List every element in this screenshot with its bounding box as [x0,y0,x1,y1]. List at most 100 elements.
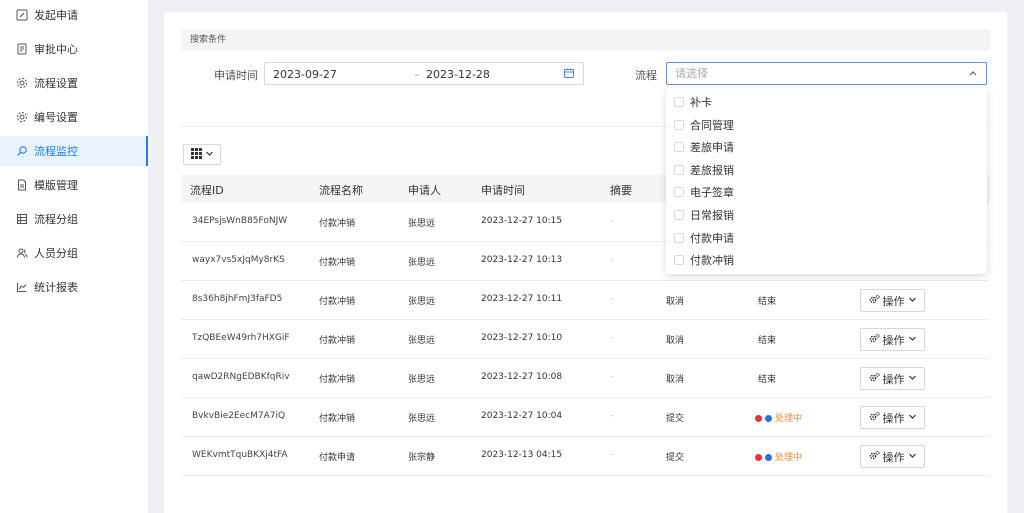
checkbox[interactable] [674,119,684,130]
sidebar-item-flow-monitor[interactable]: 流程监控 [0,136,148,166]
chevron-down-icon [908,372,917,385]
checkbox[interactable] [674,187,684,198]
cell-flow-id: qawD2RNgEDBKfqRiv [192,372,290,382]
option-label: 差旅报销 [690,163,734,177]
dropdown-option[interactable]: 付款冲销 [674,250,734,270]
sidebar-item-label: 发起申请 [34,9,78,22]
cell-flow-name: 付款冲销 [319,375,356,385]
checkbox[interactable] [674,232,684,243]
sidebar-item-label: 流程监控 [34,145,78,158]
operation-button[interactable]: 操作 [860,406,925,429]
dropdown-option[interactable]: 差旅申请 [674,137,734,157]
cell-flow-name: 付款冲销 [319,219,356,229]
grid-icon [16,213,28,225]
cell-apply-time: 2023-12-27 10:15 [481,216,563,226]
cell-apply-time: 2023-12-27 10:10 [481,333,563,343]
checkbox[interactable] [674,210,684,220]
cell-apply-time: 2023-12-27 10:11 [481,294,563,304]
column-settings-button[interactable] [183,144,221,165]
checkbox[interactable] [674,142,684,153]
cell-summary: - [610,333,614,343]
cell-action: 取消 [666,297,685,307]
operation-button[interactable]: 操作 [860,367,925,390]
cell-flow-id: 34EPsjsWnB85FoNJW [192,216,288,226]
sidebar-item-report[interactable]: 统计报表 [0,272,148,302]
dropdown-option[interactable]: 日常报销 [674,205,734,225]
cell-apply-time: 2023-12-13 04:15 [481,450,563,460]
cell-flow-name: 付款冲销 [319,297,356,307]
sidebar-item-label: 审批中心 [34,43,78,56]
gear-icon [16,77,28,89]
cell-summary: - [610,372,614,382]
cell-applicant: 张思远 [408,414,436,424]
date-start[interactable]: 2023-09-27 [273,68,337,81]
flow-select[interactable]: 请选择 [666,62,987,85]
cell-summary: - [610,294,614,304]
operation-button[interactable]: 操作 [860,289,925,312]
sidebar-item-label: 人员分组 [34,247,78,260]
option-label: 电子签章 [690,186,734,200]
document-icon [16,179,28,191]
chart-icon [16,281,28,293]
option-label: 付款冲销 [690,254,734,268]
table-row[interactable]: qawD2RNgEDBKfqRiv 付款冲销 张思远 2023-12-27 10:08… [181,359,990,398]
cell-apply-time: 2023-12-27 10:04 [481,411,563,421]
status-dot-red [755,454,762,461]
status-dot-blue [765,454,772,461]
cell-status: 结束 [758,336,777,346]
calendar-icon[interactable] [563,67,575,82]
cell-flow-id: TzQBEeW49rh7HXGiF [192,333,290,343]
chevron-down-icon [908,450,917,463]
flow-label: 流程 [635,69,657,82]
cell-applicant: 张思远 [408,375,436,385]
chevron-down-icon [205,148,214,161]
table-row[interactable]: BvkvBie2EecM7A7iQ 付款冲销 张思远 2023-12-27 10:04… [181,398,990,437]
operation-label: 操作 [882,294,905,308]
date-end[interactable]: 2023-12-28 [426,68,490,81]
status-dot-red [755,415,762,422]
cell-flow-name: 付款冲销 [319,258,356,268]
table-row[interactable]: TzQBEeW49rh7HXGiF 付款冲销 张思远 2023-12-27 10:10… [181,320,990,359]
sidebar-item-user-group[interactable]: 人员分组 [0,238,148,268]
sidebar-item-apply[interactable]: 发起申请 [0,0,148,30]
sidebar-item-label: 模版管理 [34,179,78,192]
table-row[interactable]: WEKvmtTquBKXj4tFA 付款申请 张宗静 2023-12-13 04:15… [181,437,990,476]
flow-select-dropdown: 补卡合同管理差旅申请差旅报销电子签章日常报销付款申请付款冲销 [666,88,987,274]
gears-icon [869,333,880,347]
cell-action: 取消 [666,336,685,346]
cell-apply-time: 2023-12-27 10:08 [481,372,563,382]
cell-status: 处理中 [755,450,802,463]
sidebar-item-approval[interactable]: 审批中心 [0,34,148,64]
search-section-title: 搜索条件 [181,29,990,51]
sidebar-item-flow-group[interactable]: 流程分组 [0,204,148,234]
operation-button[interactable]: 操作 [860,328,925,351]
checkbox[interactable] [674,255,684,266]
chevron-down-icon [908,294,917,307]
sidebar-item-template[interactable]: 模版管理 [0,170,148,200]
date-range-picker[interactable]: 2023-09-27 – 2023-12-28 [264,62,584,85]
dropdown-option[interactable]: 电子签章 [674,182,734,202]
checkbox[interactable] [674,97,684,107]
table-row[interactable]: 8s36h8jhFmJ3faFD5 付款冲销 张思远 2023-12-27 10:11… [181,281,990,320]
sidebar-item-flow-settings[interactable]: 流程设置 [0,68,148,98]
cell-summary: - [610,255,614,265]
option-label: 合同管理 [690,118,734,132]
operation-button[interactable]: 操作 [860,445,925,468]
status-text: 处理中 [775,414,803,424]
sidebar-item-number-settings[interactable]: 编号设置 [0,102,148,132]
cell-status: 处理中 [755,411,802,424]
cell-summary: - [610,450,614,460]
dropdown-option[interactable]: 付款申请 [674,228,734,248]
sidebar: 发起申请 审批中心 流程设置 编号设置 流程监控 模版管理 流程分组 人员分组 … [0,0,148,513]
checkbox[interactable] [674,164,684,175]
dropdown-option[interactable]: 合同管理 [674,115,734,135]
header-flow-id: 流程ID [190,184,224,197]
cell-flow-name: 付款申请 [319,453,356,463]
cell-flow-id: WEKvmtTquBKXj4tFA [192,450,288,460]
cell-flow-id: BvkvBie2EecM7A7iQ [192,411,286,421]
dropdown-option[interactable]: 差旅报销 [674,160,734,180]
sidebar-item-label: 流程分组 [34,213,78,226]
chevron-down-icon [908,333,917,346]
gears-icon [869,372,880,386]
dropdown-option[interactable]: 补卡 [674,92,712,112]
